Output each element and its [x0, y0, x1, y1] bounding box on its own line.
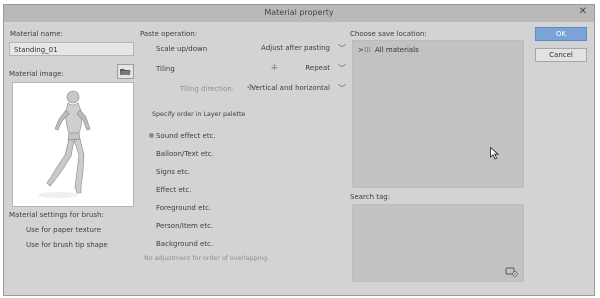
material-image-preview — [12, 82, 134, 207]
order-option[interactable]: Foreground etc. — [156, 204, 211, 212]
brush-tip-label: Use for brush tip shape — [26, 241, 108, 249]
scale-label: Scale up/down — [156, 45, 208, 53]
search-tag-label: Search tag: — [350, 193, 391, 201]
chevron-down-icon: ﹀ — [338, 84, 346, 93]
order-radio-selected[interactable] — [149, 133, 154, 138]
add-tag-icon[interactable] — [505, 267, 518, 277]
paste-operation-label: Paste operation: — [140, 30, 198, 38]
order-option[interactable]: Signs etc. — [156, 168, 190, 176]
close-icon[interactable]: ✕ — [579, 6, 587, 17]
save-location-label: Choose save location: — [350, 30, 427, 38]
ok-button[interactable]: OK — [535, 27, 587, 41]
material-name-value: Standing_01 — [14, 46, 58, 54]
material-tree-icon: ⁞⁞⁞ — [364, 46, 371, 54]
cancel-button[interactable]: Cancel — [535, 48, 587, 62]
chevron-down-icon: ﹀ — [338, 44, 346, 53]
paper-texture-checkbox[interactable] — [15, 226, 23, 234]
scale-checkbox[interactable] — [145, 45, 153, 53]
paper-texture-label: Use for paper texture — [26, 226, 102, 234]
window-title: Material property — [264, 8, 334, 17]
mouse-cursor-icon — [490, 147, 499, 160]
save-location-tree[interactable]: > ⁞⁞⁞ All materials — [352, 40, 524, 188]
order-option[interactable]: Background etc. — [156, 240, 213, 248]
tiling-direction-value: Vertical and horizontal — [251, 84, 330, 92]
material-name-label: Material name: — [10, 30, 63, 38]
folder-open-icon[interactable] — [117, 64, 134, 79]
search-tag-area[interactable] — [352, 204, 524, 282]
repeat-icon: ⁜ — [271, 63, 278, 72]
tree-item-all-materials[interactable]: All materials — [375, 46, 419, 54]
order-option[interactable]: Sound effect etc. — [156, 132, 216, 140]
tiling-dropdown-value: Repeat — [305, 64, 330, 72]
figure-image — [38, 90, 91, 198]
order-option[interactable]: Balloon/Text etc. — [156, 150, 214, 158]
scale-dropdown-value: Adjust after pasting — [261, 44, 330, 52]
scale-dropdown[interactable]: Adjust after pasting ﹀ — [240, 42, 350, 55]
material-property-dialog: Material property ✕ Material name: Stand… — [3, 4, 595, 296]
tiling-label: Tiling — [156, 65, 175, 73]
tiling-direction-label: Tiling direction: — [180, 85, 235, 93]
brush-settings-label: Material settings for brush: — [9, 211, 104, 219]
material-name-field[interactable]: Standing_01 — [9, 42, 134, 56]
tiling-checkbox[interactable] — [145, 65, 153, 73]
material-image-label: Material image: — [9, 70, 64, 78]
layer-order-label: Specify order in Layer palette — [152, 111, 246, 118]
tiling-dropdown[interactable]: ⁜ Repeat ﹀ — [240, 62, 350, 75]
no-adjust-option[interactable]: No adjustment for order of overlapping. — [144, 255, 269, 262]
tree-expand-icon[interactable]: > — [358, 46, 364, 54]
brush-tip-checkbox[interactable] — [15, 241, 23, 249]
order-option[interactable]: Person/Item etc. — [156, 222, 213, 230]
title-bar[interactable]: Material property ✕ — [4, 5, 594, 22]
order-option[interactable]: Effect etc. — [156, 186, 192, 194]
chevron-down-icon: ﹀ — [338, 64, 346, 73]
tiling-direction-dropdown[interactable]: ✣ Vertical and horizontal ﹀ — [240, 82, 350, 95]
